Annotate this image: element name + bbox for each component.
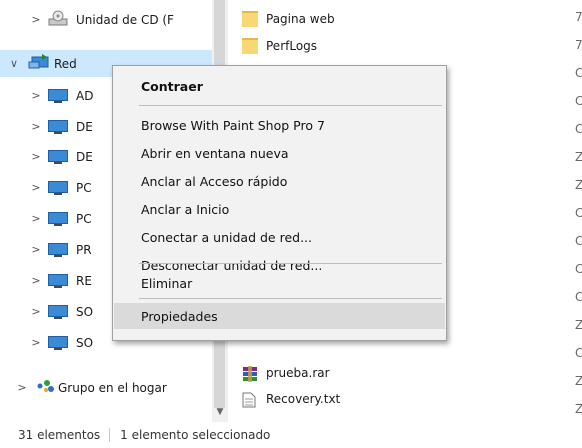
menu-item-conectar-unidad-red[interactable]: Conectar a unidad de red... [114, 224, 445, 250]
column-cell: C [575, 262, 582, 276]
file-name: prueba.rar [266, 366, 330, 380]
column-cell: Z [575, 178, 582, 192]
file-item[interactable]: PerfLogs [242, 35, 317, 57]
nav-item-label: SO [76, 304, 94, 319]
chevron-right-icon[interactable]: > [30, 150, 42, 163]
column-cell: Z [575, 402, 582, 416]
chevron-right-icon[interactable]: > [30, 120, 42, 133]
menu-item-label: Anclar a Inicio [141, 201, 230, 217]
file-name: Pagina web [266, 12, 335, 26]
chevron-right-icon[interactable]: > [30, 243, 42, 256]
chevron-right-icon[interactable]: > [30, 212, 42, 225]
computer-icon [48, 335, 68, 350]
nav-item-label: DE [76, 149, 93, 164]
nav-item-label: Red [54, 56, 77, 71]
menu-item-anclar-acceso-rapido[interactable]: Anclar al Acceso rápido [114, 168, 445, 194]
menu-separator [139, 105, 442, 106]
homegroup-icon [36, 378, 58, 397]
column-cell: Z [575, 150, 582, 164]
file-item[interactable]: Pagina web [242, 8, 335, 30]
item-count: 31 elementos [18, 428, 101, 442]
nav-item-label: PC [76, 180, 92, 195]
column-cell: C [575, 234, 582, 248]
column-cell: C [575, 122, 582, 136]
nav-item-label: Grupo en el hogar [58, 380, 167, 395]
menu-item-propiedades[interactable]: Propiedades [114, 303, 445, 329]
menu-item-anclar-inicio[interactable]: Anclar a Inicio [114, 196, 445, 222]
chevron-right-icon[interactable]: > [30, 274, 42, 287]
selection-count: 1 elemento seleccionado [120, 428, 271, 442]
nav-item-label: DE [76, 119, 93, 134]
menu-item-label: Conectar a unidad de red... [141, 229, 312, 245]
file-name: Recovery.txt [266, 392, 341, 406]
menu-item-eliminar[interactable]: Eliminar [114, 270, 445, 296]
menu-item-label: Anclar al Acceso rápido [141, 173, 288, 189]
file-name: PerfLogs [266, 39, 318, 53]
column-cell: C [575, 206, 582, 220]
computer-icon [48, 88, 68, 103]
network-icon [28, 54, 50, 73]
column-cell: C [575, 346, 582, 360]
computer-icon [48, 242, 68, 257]
nav-item-homegroup[interactable]: > Grupo en el hogar [0, 374, 212, 401]
column-cell: C [575, 94, 582, 108]
menu-separator [139, 298, 442, 299]
chevron-down-icon[interactable]: ∨ [8, 57, 20, 70]
nav-item-label: PC [76, 211, 92, 226]
scroll-down-arrow-icon[interactable]: ▼ [213, 404, 227, 420]
chevron-right-icon[interactable]: > [30, 181, 42, 194]
nav-item-label: SO [76, 335, 94, 350]
column-cell: Z [575, 374, 582, 388]
status-separator [109, 428, 111, 442]
column-cell: 7 [575, 10, 582, 24]
menu-item-label: Contraer [141, 78, 203, 94]
menu-item-label: Propiedades [141, 308, 218, 324]
menu-item-label: Browse With Paint Shop Pro 7 [141, 117, 325, 133]
column-cell: C [575, 290, 582, 304]
chevron-right-icon[interactable]: > [30, 305, 42, 318]
folder-icon [242, 11, 258, 27]
computer-icon [48, 119, 68, 134]
menu-item-browse-paint-shop[interactable]: Browse With Paint Shop Pro 7 [114, 112, 445, 138]
column-cell: 7 [575, 38, 582, 52]
column-cell: Z [575, 318, 582, 332]
computer-icon [48, 211, 68, 226]
nav-item-label: Unidad de CD (F [76, 12, 174, 27]
nav-item-label: AD [76, 88, 94, 103]
computer-icon [48, 273, 68, 288]
menu-item-label: Eliminar [141, 275, 193, 291]
chevron-right-icon[interactable]: > [30, 89, 42, 102]
menu-item-contraer[interactable]: Contraer [114, 73, 445, 99]
chevron-right-icon[interactable]: > [30, 336, 42, 349]
computer-icon [48, 149, 68, 164]
nav-item-label: RE [76, 273, 92, 288]
context-menu: Contraer Browse With Paint Shop Pro 7 Ab… [112, 65, 447, 341]
text-file-icon [242, 392, 258, 408]
nav-item-label: PR [76, 242, 92, 257]
status-bar: 31 elementos 1 elemento seleccionado [0, 422, 582, 448]
cd-drive-icon [48, 10, 68, 29]
file-item[interactable]: Recovery.txt [242, 388, 340, 410]
menu-separator [139, 263, 442, 264]
menu-item-label: Abrir en ventana nueva [141, 145, 289, 161]
chevron-right-icon[interactable]: > [30, 13, 42, 26]
nav-item-cd-drive[interactable]: > Unidad de CD (F [0, 6, 212, 33]
rar-archive-icon [242, 366, 258, 382]
file-item[interactable]: prueba.rar [242, 362, 330, 384]
menu-item-abrir-ventana-nueva[interactable]: Abrir en ventana nueva [114, 140, 445, 166]
chevron-right-icon[interactable]: > [16, 381, 28, 394]
computer-icon [48, 304, 68, 319]
computer-icon [48, 180, 68, 195]
folder-icon [242, 38, 258, 54]
column-cell: C [575, 66, 582, 80]
